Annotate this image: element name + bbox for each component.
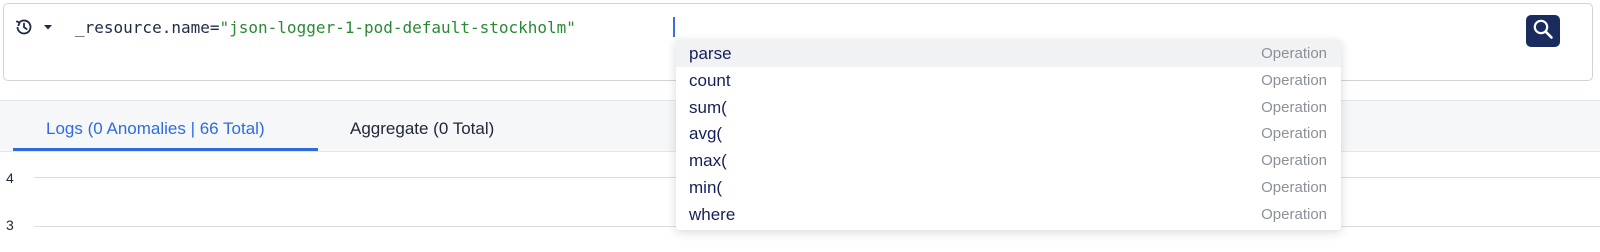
autocomplete-item-type: Operation xyxy=(1261,179,1327,196)
autocomplete-item[interactable]: avg( Operation xyxy=(676,120,1341,147)
autocomplete-item-label: avg( xyxy=(689,124,723,144)
autocomplete-item[interactable]: sum( Operation xyxy=(676,94,1341,121)
query-field: _resource.name= xyxy=(75,18,220,37)
autocomplete-item[interactable]: min( Operation xyxy=(676,174,1341,201)
autocomplete-item-type: Operation xyxy=(1261,98,1327,116)
autocomplete-item-label: max( xyxy=(689,151,727,171)
autocomplete-item-type: Operation xyxy=(1261,71,1327,89)
y-tick-label: 4 xyxy=(6,170,14,186)
autocomplete-item-type: Operation xyxy=(1261,205,1327,223)
autocomplete-item[interactable]: count Operation xyxy=(676,67,1341,94)
autocomplete-item-label: parse xyxy=(689,44,732,63)
query-history-button[interactable] xyxy=(13,16,53,38)
autocomplete-item[interactable]: max( Operation xyxy=(676,147,1341,174)
autocomplete-item-label: where xyxy=(689,204,736,224)
tab-aggregate[interactable]: Aggregate (0 Total) xyxy=(350,119,494,139)
autocomplete-item-type: Operation xyxy=(1261,45,1327,62)
autocomplete-item[interactable]: where Operation xyxy=(676,201,1341,228)
tab-logs[interactable]: Logs (0 Anomalies | 66 Total) xyxy=(46,119,265,139)
y-tick-label: 3 xyxy=(6,217,14,233)
autocomplete-item-type: Operation xyxy=(1261,125,1327,143)
caret-down-icon xyxy=(43,23,53,31)
autocomplete-item-label: min( xyxy=(689,178,723,197)
search-button[interactable] xyxy=(1526,15,1560,47)
text-cursor xyxy=(673,17,675,37)
query-input[interactable]: _resource.name="json-logger-1-pod-defaul… xyxy=(75,18,576,37)
history-icon xyxy=(13,16,35,38)
search-icon xyxy=(1532,18,1554,45)
query-value: "json-logger-1-pod-default-stockholm" xyxy=(219,18,576,37)
autocomplete-item[interactable]: parse Operation xyxy=(676,40,1341,67)
autocomplete-item-label: sum( xyxy=(689,97,727,117)
autocomplete-dropdown: parse Operation count Operation sum( Ope… xyxy=(676,40,1341,230)
autocomplete-item-type: Operation xyxy=(1261,152,1327,170)
autocomplete-item-label: count xyxy=(689,70,731,90)
